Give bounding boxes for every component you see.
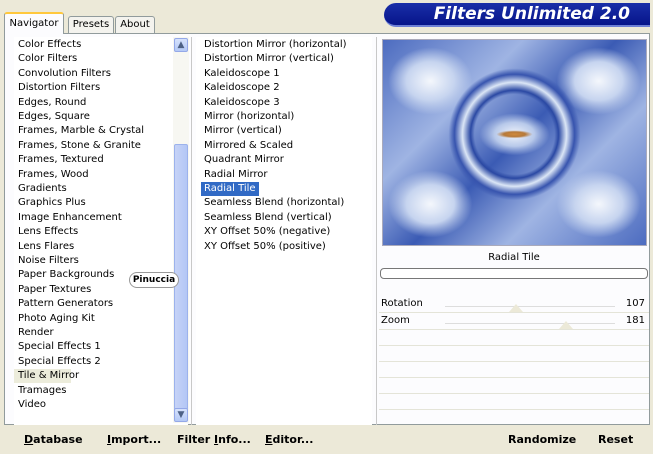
filter-item[interactable]: Distortion Mirror (vertical) [201,52,337,66]
param-row-rotation[interactable]: Rotation 107 [379,297,649,313]
empty-param-row [379,378,649,394]
slider-track[interactable] [445,306,615,307]
filter-item[interactable]: Radial Mirror [201,168,271,182]
category-item[interactable]: Photo Aging Kit [14,312,95,326]
category-item[interactable]: Video [14,398,46,412]
category-item[interactable]: Edges, Round [14,96,86,110]
slider-track[interactable] [445,323,615,324]
param-label: Zoom [381,315,410,326]
filter-item[interactable]: XY Offset 50% (negative) [201,225,333,239]
randomize-button[interactable]: Randomize [508,433,576,446]
category-item[interactable]: Frames, Marble & Crystal [14,124,144,138]
category-item[interactable]: Lens Flares [14,240,74,254]
empty-param-row [379,410,649,426]
filter-info-button[interactable]: Filter Info... [177,433,251,446]
category-item[interactable]: Paper Textures [14,283,91,297]
category-item[interactable]: Convolution Filters [14,67,111,81]
import-button[interactable]: Import... [107,433,161,446]
param-value: 107 [625,298,645,309]
empty-param-row [379,346,649,362]
filter-item[interactable]: Seamless Blend (horizontal) [201,196,347,210]
filter-item[interactable]: Distortion Mirror (horizontal) [201,38,350,52]
empty-param-row [379,394,649,410]
category-item[interactable]: Noise Filters [14,254,79,268]
divider [376,37,377,425]
param-value: 181 [625,315,645,326]
editor-button[interactable]: Editor... [265,433,313,446]
filter-item[interactable]: XY Offset 50% (positive) [201,240,329,254]
filter-item[interactable]: Kaleidoscope 1 [201,67,283,81]
database-button-text: atabase [33,433,83,446]
category-scrollbar[interactable]: ▲ ▼ [173,37,189,423]
scroll-down-icon[interactable]: ▼ [174,408,188,422]
category-item[interactable]: Frames, Stone & Granite [14,139,141,153]
filter-info-button-text: nfo... [218,433,251,446]
import-button-text: mport... [111,433,162,446]
param-row-zoom[interactable]: Zoom 181 [379,314,649,330]
progress-bar [380,268,648,279]
bottom-toolbar: Database Import... Filter Info... Editor… [12,425,372,452]
filter-item[interactable]: Quadrant Mirror [201,153,287,167]
app-title-banner: Filters Unlimited 2.0 [384,3,650,27]
category-item[interactable]: Special Effects 2 [14,355,101,369]
category-item[interactable]: Graphics Plus [14,196,86,210]
category-item[interactable]: Render [14,326,54,340]
filter-item[interactable]: Mirror (vertical) [201,124,285,138]
editor-button-text: ditor... [272,433,314,446]
category-item[interactable]: Color Filters [14,52,77,66]
filter-info-button-prefix: Filter [177,433,215,446]
filter-item[interactable]: Mirror (horizontal) [201,110,297,124]
category-list[interactable]: Color Effects Color Filters Convolution Fi… [14,37,188,425]
category-item[interactable]: Distortion Filters [14,81,100,95]
filter-item[interactable]: Seamless Blend (vertical) [201,211,335,225]
category-item[interactable]: Tramages [14,384,66,398]
divider [191,37,192,425]
param-label: Rotation [381,298,423,309]
database-button-key: D [24,433,34,446]
empty-param-row [379,362,649,378]
scroll-up-icon[interactable]: ▲ [174,38,188,52]
category-item[interactable]: Frames, Textured [14,153,104,167]
category-item[interactable]: Paper Backgrounds [14,268,114,282]
tab-presets[interactable]: Presets [68,16,114,34]
bottom-toolbar-right: Randomize Reset [379,425,650,452]
category-item[interactable]: Edges, Square [14,110,90,124]
filter-item[interactable]: Mirrored & Scaled [201,139,296,153]
slider-thumb[interactable] [558,321,573,329]
filter-item[interactable]: Kaleidoscope 3 [201,96,283,110]
tab-about[interactable]: About [115,16,155,34]
category-item[interactable]: Tile & Mirror [14,369,79,384]
tab-navigator[interactable]: Navigator [4,12,64,34]
database-button[interactable]: Database [24,433,83,446]
category-item[interactable]: Special Effects 1 [14,340,101,354]
editor-button-key: E [265,433,273,446]
category-item[interactable]: Color Effects [14,38,81,52]
category-item[interactable]: Pattern Generators [14,297,113,311]
filter-item[interactable]: Kaleidoscope 2 [201,81,283,95]
category-item[interactable]: Lens Effects [14,225,78,239]
category-item[interactable]: Gradients [14,182,67,196]
slider-thumb[interactable] [509,304,524,312]
reset-button[interactable]: Reset [598,433,633,446]
filter-item[interactable]: Radial Tile [201,182,259,196]
preview-filter-name: Radial Tile [488,252,540,263]
category-item[interactable]: Frames, Wood [14,168,89,182]
filter-list[interactable]: Distortion Mirror (horizontal) Distortion… [196,37,372,425]
preview-image [382,39,647,246]
watermark-label: Pinuccia [129,272,179,288]
category-item[interactable]: Image Enhancement [14,211,122,225]
empty-param-row [379,330,649,346]
